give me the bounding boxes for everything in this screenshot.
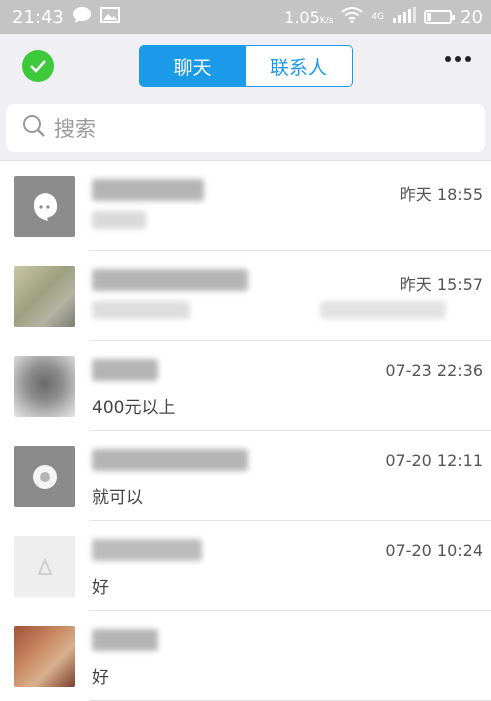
conversation-row[interactable]: 昨天 15:57 — [0, 251, 491, 341]
contact-name-blurred — [92, 449, 248, 471]
contact-name-blurred — [92, 629, 158, 651]
chat-app-icon — [33, 192, 57, 221]
battery-level: 20 — [460, 6, 483, 28]
message-preview: 400元以上 — [92, 398, 176, 418]
conversation-row[interactable]: 好 — [0, 611, 491, 701]
message-preview-blurred — [92, 301, 190, 319]
chat-bubble-icon — [72, 6, 92, 29]
signal-icon — [392, 6, 417, 28]
search-icon — [22, 114, 46, 142]
net-speed-unit: K/s — [319, 15, 334, 26]
more-dot — [445, 56, 451, 62]
more-dot — [455, 56, 461, 62]
network-type: 4G — [371, 12, 385, 22]
message-preview-blurred — [92, 211, 146, 229]
message-time: 昨天 18:55 — [399, 185, 483, 204]
avatar — [14, 446, 75, 507]
avatar-logo-icon — [32, 464, 57, 489]
conversation-row[interactable]: 就可以 07-20 12:11 — [0, 431, 491, 521]
conversation-row[interactable]: 400元以上 07-23 22:36 — [0, 341, 491, 431]
search-placeholder: 搜索 — [54, 117, 96, 141]
message-time: 07-20 10:24 — [385, 541, 483, 560]
net-speed: 1.05K/s — [284, 8, 333, 27]
message-preview-blurred — [320, 301, 446, 319]
message-preview: 好 — [92, 578, 109, 598]
search-area: 搜索 — [0, 98, 491, 160]
more-options-button[interactable] — [445, 56, 471, 62]
avatar — [14, 176, 75, 237]
battery-icon — [424, 10, 456, 24]
net-speed-value: 1.05 — [284, 7, 320, 27]
status-bar: 21:43 1.05K/s 4G 20 — [0, 0, 491, 34]
message-preview: 就可以 — [92, 488, 143, 508]
status-right: 1.05K/s 4G 20 — [284, 6, 483, 28]
header: 聊天 联系人 — [0, 34, 491, 98]
message-time: 昨天 15:57 — [399, 275, 483, 294]
contact-name-blurred — [92, 359, 158, 381]
contact-name-blurred — [92, 179, 204, 201]
message-preview: 好 — [92, 668, 109, 688]
avatar — [14, 626, 75, 687]
conversation-row[interactable]: 昨天 18:55 — [0, 161, 491, 251]
avatar — [14, 356, 75, 417]
contact-name-blurred — [92, 539, 202, 561]
contact-name-blurred — [92, 269, 248, 291]
search-input[interactable]: 搜索 — [6, 104, 485, 152]
avatar — [14, 266, 75, 327]
gallery-icon — [99, 6, 120, 28]
message-time: 07-20 12:11 — [385, 451, 483, 470]
status-left: 21:43 — [12, 6, 120, 29]
conversation-list: 昨天 18:55 昨天 15:57 400元以上 07-23 22:36 就可以… — [0, 161, 491, 701]
message-time: 07-23 22:36 — [385, 361, 483, 380]
status-time: 21:43 — [12, 6, 64, 28]
chat-contacts-switch: 聊天 联系人 — [138, 45, 353, 87]
tab-contacts[interactable]: 联系人 — [245, 46, 352, 86]
wifi-icon — [341, 6, 364, 28]
avatar-sketch-icon — [36, 556, 53, 575]
more-dot — [465, 56, 471, 62]
avatar — [14, 536, 75, 597]
tab-chat[interactable]: 聊天 — [139, 46, 246, 86]
check-icon[interactable] — [22, 50, 54, 82]
conversation-row[interactable]: 好 07-20 10:24 — [0, 521, 491, 611]
